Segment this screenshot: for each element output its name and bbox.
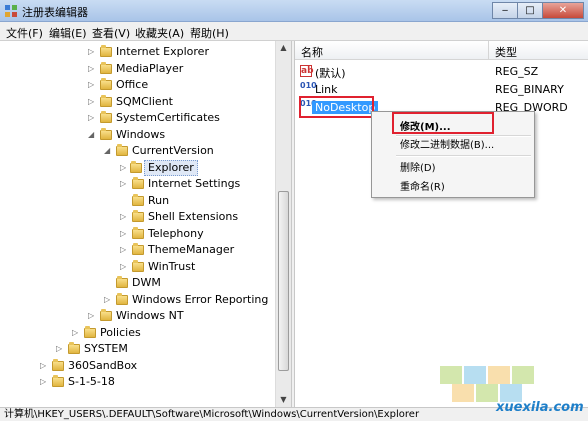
tree-node-label: Windows <box>116 128 166 141</box>
menu-separator <box>396 155 531 157</box>
expand-arrow-icon[interactable]: ▷ <box>88 308 94 324</box>
folder-icon <box>132 260 144 272</box>
expand-arrow-icon[interactable]: ▷ <box>120 242 126 258</box>
menu-favorites[interactable]: 收藏夹(A) <box>135 25 184 41</box>
tree-node-label: Windows Error Reporting <box>132 293 269 306</box>
folder-icon <box>116 144 128 156</box>
folder-icon <box>132 210 144 222</box>
window-controls: ‒ □ ✕ <box>492 2 584 19</box>
value-type: REG_SZ <box>495 65 539 78</box>
scroll-thumb[interactable] <box>278 191 289 371</box>
folder-icon <box>132 243 144 255</box>
folder-icon <box>84 326 96 338</box>
watermark-text: xuexila.com <box>496 400 584 415</box>
menu-edit[interactable]: 编辑(E) <box>49 25 87 41</box>
tree-node-label: S-1-5-18 <box>68 375 115 388</box>
expand-arrow-icon[interactable]: ▷ <box>120 226 126 242</box>
expand-arrow-icon[interactable]: ▷ <box>120 209 126 225</box>
collapse-arrow-icon[interactable]: ◢ <box>88 127 94 143</box>
folder-icon <box>52 359 64 371</box>
expand-arrow-icon[interactable]: ▷ <box>88 110 94 126</box>
tree-node-label: Shell Extensions <box>148 210 239 223</box>
folder-icon <box>116 276 128 288</box>
tree-node-label: Internet Explorer <box>116 45 209 58</box>
expand-arrow-icon[interactable]: ▷ <box>120 259 126 275</box>
string-value-icon: ab <box>300 65 314 77</box>
expand-arrow-icon[interactable]: ▷ <box>88 61 94 77</box>
folder-icon <box>100 95 112 107</box>
regedit-app-icon <box>5 5 17 17</box>
annotation-highlight-modify <box>392 112 494 134</box>
collapse-arrow-icon[interactable]: ◢ <box>104 143 110 159</box>
minimize-button[interactable]: ‒ <box>492 2 518 19</box>
value-name: Link <box>315 83 338 96</box>
tree-node-label: Windows NT <box>116 309 184 322</box>
expand-arrow-icon[interactable]: ▷ <box>120 160 126 176</box>
expand-arrow-icon[interactable]: ▷ <box>88 44 94 60</box>
column-header-type[interactable]: 类型 <box>495 44 517 60</box>
tree-node-label: 360SandBox <box>68 359 138 372</box>
tree-node-label: SystemCertificates <box>116 111 220 124</box>
expand-arrow-icon[interactable]: ▷ <box>40 358 46 374</box>
watermark-logo <box>440 366 550 402</box>
value-row[interactable]: ab (默认) REG_SZ <box>295 63 588 80</box>
folder-icon <box>132 227 144 239</box>
menu-item-delete[interactable]: 删除(D) <box>400 159 436 174</box>
folder-icon <box>132 177 144 189</box>
tree-node-label: SYSTEM <box>84 342 128 355</box>
tree-scrollbar[interactable]: ▲ ▼ <box>275 41 291 407</box>
tree-node-label: WinTrust <box>148 260 196 273</box>
binary-value-icon: 010 <box>300 81 317 90</box>
tree-node-label: Internet Settings <box>148 177 241 190</box>
registry-path: 计算机\HKEY_USERS\.DEFAULT\Software\Microso… <box>4 409 420 420</box>
tree-node-label: DWM <box>132 276 161 289</box>
folder-icon <box>100 128 112 140</box>
window-title: 注册表编辑器 <box>22 6 88 19</box>
expand-arrow-icon[interactable]: ▷ <box>40 374 46 390</box>
close-button[interactable]: ✕ <box>542 2 584 19</box>
value-name: (默认) <box>315 67 346 80</box>
menu-file[interactable]: 文件(F) <box>6 25 43 41</box>
folder-open-icon <box>130 161 142 173</box>
title-bar: 注册表编辑器 ‒ □ ✕ <box>0 0 588 22</box>
tree-node-label: MediaPlayer <box>116 62 184 75</box>
tree-node-label: Run <box>148 194 170 207</box>
tree-node-label: Explorer <box>144 160 198 176</box>
tree-node-label: ThemeManager <box>148 243 235 256</box>
folder-icon <box>132 194 144 206</box>
menu-help[interactable]: 帮助(H) <box>190 25 229 41</box>
folder-icon <box>100 78 112 90</box>
folder-icon <box>68 342 80 354</box>
registry-tree[interactable]: ▷ Internet Explorer ▷ MediaPlayer ▷ Office … <box>0 41 291 407</box>
expand-arrow-icon[interactable]: ▷ <box>88 94 94 110</box>
expand-arrow-icon[interactable]: ▷ <box>120 176 126 192</box>
folder-icon <box>100 62 112 74</box>
menu-view[interactable]: 查看(V) <box>92 25 130 41</box>
scroll-up-icon[interactable]: ▲ <box>276 41 291 55</box>
tree-node-label: SQMClient <box>116 95 173 108</box>
column-header-name[interactable]: 名称 <box>301 44 323 60</box>
expand-arrow-icon[interactable]: ▷ <box>104 292 110 308</box>
column-headers: 名称 类型 <box>295 41 588 60</box>
expand-arrow-icon[interactable]: ▷ <box>88 77 94 93</box>
maximize-button[interactable]: □ <box>517 2 543 19</box>
column-divider[interactable] <box>488 41 489 59</box>
tree-node-label: Policies <box>100 326 141 339</box>
folder-icon <box>116 293 128 305</box>
expand-arrow-icon[interactable]: ▷ <box>56 341 62 357</box>
menu-item-modify-binary[interactable]: 修改二进制数据(B)... <box>400 136 494 151</box>
menu-item-rename[interactable]: 重命名(R) <box>400 178 445 193</box>
folder-icon <box>100 111 112 123</box>
folder-icon <box>100 309 112 321</box>
folder-icon <box>52 375 64 387</box>
folder-icon <box>100 45 112 57</box>
expand-arrow-icon[interactable]: ▷ <box>72 325 78 341</box>
value-type: REG_BINARY <box>495 83 564 96</box>
tree-node-label: Telephony <box>148 227 204 240</box>
annotation-highlight-nodesktop <box>299 96 374 118</box>
scroll-down-icon[interactable]: ▼ <box>276 393 291 407</box>
tree-node-label: Office <box>116 78 149 91</box>
menu-bar: 文件(F) 编辑(E) 查看(V) 收藏夹(A) 帮助(H) <box>0 22 588 41</box>
tree-node-label: CurrentVersion <box>132 144 214 157</box>
